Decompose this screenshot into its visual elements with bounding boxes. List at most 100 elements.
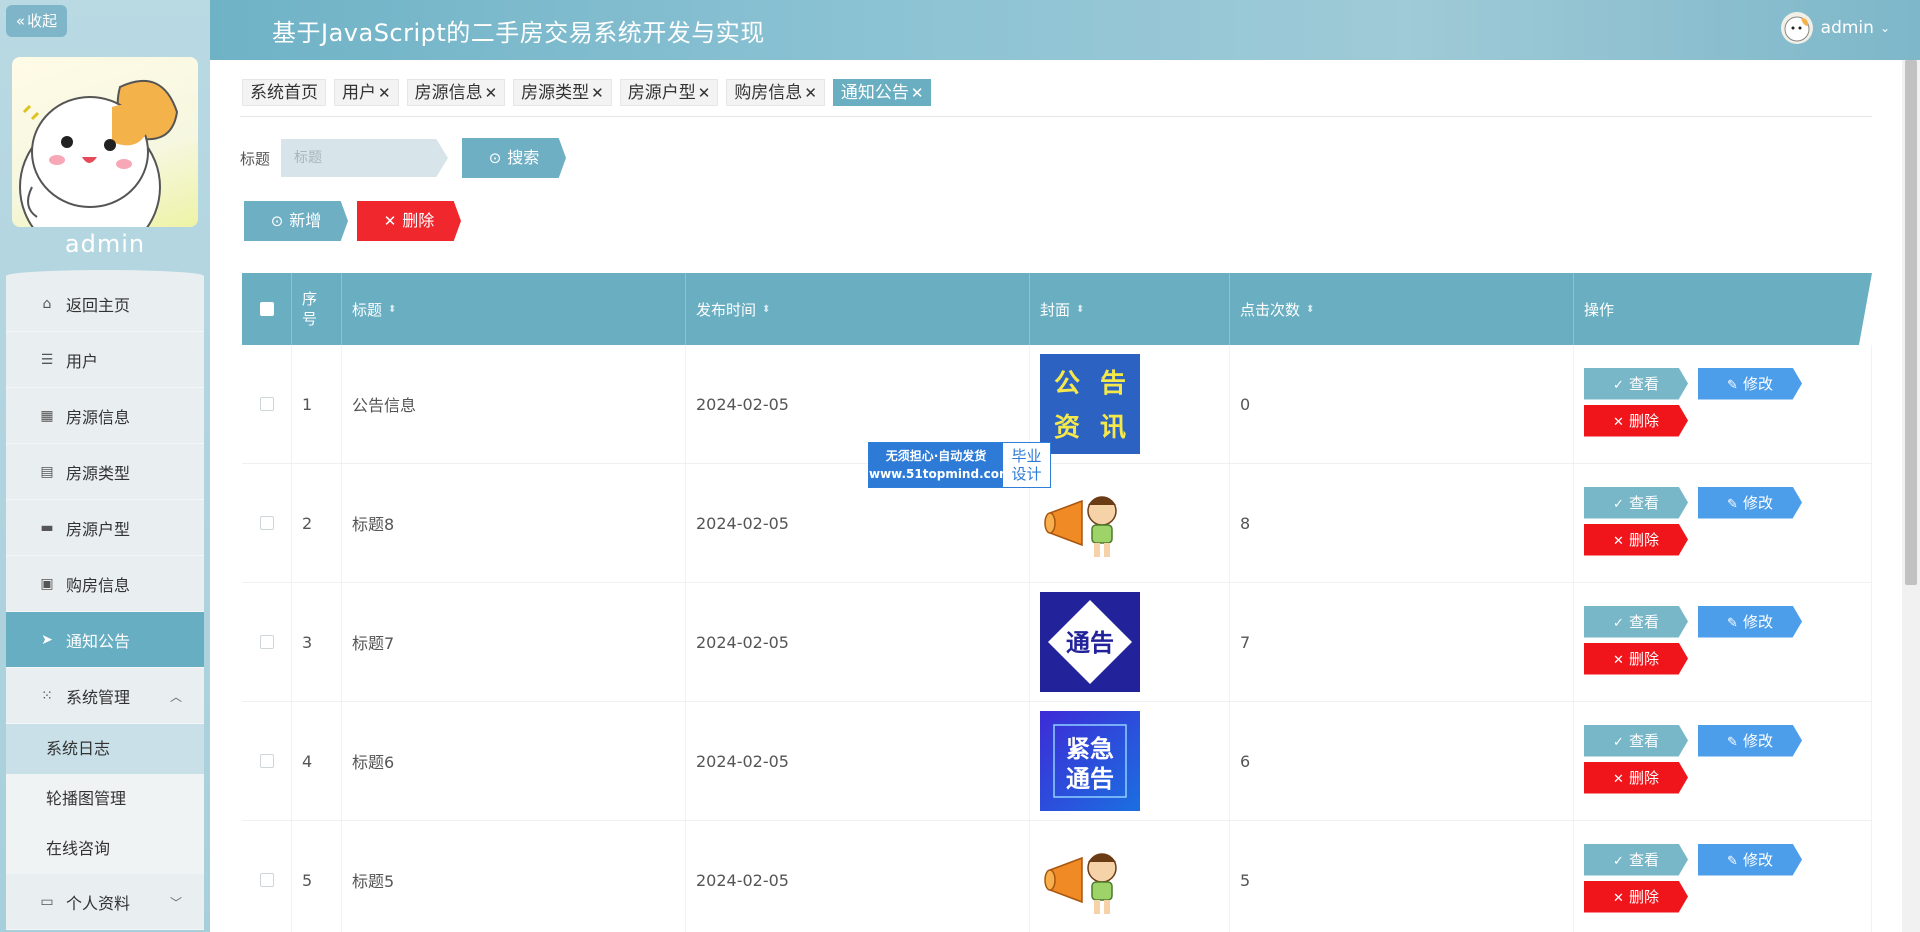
sidebar-item-purchase-info[interactable]: ▣ 购房信息 <box>6 556 204 612</box>
tab-label: 购房信息 <box>734 83 803 103</box>
sidebar-item-notices[interactable]: ➤ 通知公告 <box>6 612 204 668</box>
sort-icon[interactable]: ⬍ <box>388 304 396 315</box>
check-circle-icon: ⊙ <box>270 212 284 230</box>
search-button[interactable]: ⊙ 搜索 <box>462 138 566 178</box>
view-button[interactable]: ✓ 查看 <box>1584 605 1688 638</box>
tab-house-layout[interactable]: 房源户型 ✕ <box>619 79 719 106</box>
cell-date: 2024-02-05 <box>686 702 1030 820</box>
edit-button[interactable]: ✎ 修改 <box>1698 724 1802 757</box>
row-actions: ✓ 查看 ✎ 修改 ✕ 删除 <box>1574 821 1871 932</box>
row-select <box>242 345 292 463</box>
header-label: 操作 <box>1584 300 1615 319</box>
sidebar-item-label: 系统管理 <box>66 687 131 707</box>
header-cover[interactable]: 封面 ⬍ <box>1030 273 1230 345</box>
tab-house-type[interactable]: 房源类型 ✕ <box>513 79 612 106</box>
sort-icon[interactable]: ⬍ <box>1306 304 1314 315</box>
sidebar-item-label: 通知公告 <box>66 631 131 651</box>
row-checkbox[interactable] <box>259 516 274 530</box>
watermark-line2: www.51topmind.com <box>869 467 1012 481</box>
delete-button[interactable]: ✕ 删除 <box>1584 404 1688 437</box>
close-icon[interactable]: ✕ <box>698 84 711 102</box>
close-icon[interactable]: ✕ <box>485 84 498 102</box>
tab-purchase-info[interactable]: 购房信息 ✕ <box>726 79 825 106</box>
sidebar-item-home[interactable]: ⌂ 返回主页 <box>6 276 204 332</box>
watermark-right1: 毕业 <box>1011 447 1042 465</box>
row-checkbox[interactable] <box>259 635 274 649</box>
sidebar-item-house-type[interactable]: ▤ 房源类型 <box>6 444 204 500</box>
view-label: 查看 <box>1628 731 1659 750</box>
tab-home[interactable]: 系统首页 <box>242 79 326 106</box>
delete-button[interactable]: ✕ 删除 <box>1584 523 1688 556</box>
sidebar-item-users[interactable]: ☰ 用户 <box>6 332 204 388</box>
view-button[interactable]: ✓ 查看 <box>1584 486 1688 519</box>
edit-button[interactable]: ✎ 修改 <box>1698 605 1802 638</box>
header-title[interactable]: 标题 ⬍ <box>342 273 686 345</box>
row-checkbox[interactable] <box>259 397 274 411</box>
sort-icon[interactable]: ⬍ <box>762 304 770 315</box>
edit-button[interactable]: ✎ 修改 <box>1698 367 1802 400</box>
header-label: 标题 <box>352 300 383 319</box>
cell-title: 标题8 <box>342 464 686 582</box>
sidebar-subitem-system-log[interactable]: 系统日志 <box>6 724 204 774</box>
view-button[interactable]: ✓ 查看 <box>1584 367 1688 400</box>
sidebar-item-label: 房源信息 <box>66 407 131 427</box>
cell-cover <box>1030 821 1230 932</box>
close-icon[interactable]: ✕ <box>911 84 924 102</box>
row-checkbox[interactable] <box>259 754 274 768</box>
tab-notices[interactable]: 通知公告 ✕ <box>832 79 932 106</box>
page-scrollbar-thumb[interactable] <box>1905 60 1917 585</box>
edit-button[interactable]: ✎ 修改 <box>1698 486 1802 519</box>
sidebar-item-label: 用户 <box>66 351 99 371</box>
close-icon[interactable]: ✕ <box>804 84 817 102</box>
delete-label: 删除 <box>1628 887 1659 906</box>
add-button-label: 新增 <box>289 211 322 230</box>
delete-button[interactable]: ✕ 删除 <box>1584 761 1688 794</box>
hamster-avatar-illustration <box>19 79 179 227</box>
sort-icon[interactable]: ⬍ <box>1076 304 1084 315</box>
cell-title: 标题6 <box>342 702 686 820</box>
svg-text:告: 告 <box>1100 369 1126 399</box>
select-all-checkbox[interactable] <box>259 302 274 316</box>
collapse-button[interactable]: «收起 <box>6 5 67 37</box>
header-index: 序号 <box>292 273 342 345</box>
header-clicks[interactable]: 点击次数 ⬍ <box>1230 273 1574 345</box>
clipboard-check-icon: ▣ <box>40 575 54 592</box>
batch-delete-button[interactable]: ✕ 删除 <box>357 201 461 241</box>
tab-users[interactable]: 用户 ✕ <box>334 79 399 106</box>
header-select-all <box>242 273 292 345</box>
top-header: 基于JavaScript的二手房交易系统开发与实现 admin ⌄ <box>210 0 1920 60</box>
check-icon: ✓ <box>1613 853 1624 869</box>
delete-label: 删除 <box>1628 530 1659 549</box>
delete-button[interactable]: ✕ 删除 <box>1584 880 1688 913</box>
check-circle-icon: ⊙ <box>488 149 502 167</box>
view-button[interactable]: ✓ 查看 <box>1584 724 1688 757</box>
close-icon[interactable]: ✕ <box>591 84 604 102</box>
row-select <box>242 464 292 582</box>
add-button[interactable]: ⊙ 新增 <box>244 201 348 241</box>
sidebar-item-profile[interactable]: ▭ 个人资料 ﹀ <box>6 874 204 930</box>
search-input[interactable] <box>281 139 448 177</box>
double-chevron-left-icon: « <box>15 12 26 30</box>
watermark-left: 无须担心·自动发货 www.51topmind.com <box>869 443 1012 487</box>
app-root: «收起 admin ⌂ 返回主页 ☰ 用户 ▦ 房源信息 ▤ 房源类型 ▬ 房源… <box>0 0 1920 932</box>
header-date[interactable]: 发布时间 ⬍ <box>686 273 1030 345</box>
sidebar-subitem-online-consult[interactable]: 在线咨询 <box>6 824 204 874</box>
view-label: 查看 <box>1628 612 1659 631</box>
sidebar-item-system-management[interactable]: ⁙ 系统管理 ︿ <box>6 668 204 724</box>
watermark-right2: 设计 <box>1011 465 1042 483</box>
list-icon: ☰ <box>40 351 54 368</box>
cell-title: 标题5 <box>342 821 686 932</box>
view-button[interactable]: ✓ 查看 <box>1584 843 1688 876</box>
tab-house-info[interactable]: 房源信息 ✕ <box>406 79 506 106</box>
edit-label: 修改 <box>1742 493 1773 512</box>
megaphone-boy-graphic <box>1044 496 1117 557</box>
sidebar-item-house-info[interactable]: ▦ 房源信息 <box>6 388 204 444</box>
close-icon[interactable]: ✕ <box>378 84 391 102</box>
sidebar-item-house-layout[interactable]: ▬ 房源户型 <box>6 500 204 556</box>
row-checkbox[interactable] <box>259 873 274 887</box>
sidebar-subitem-carousel[interactable]: 轮播图管理 <box>6 774 204 824</box>
user-menu[interactable]: admin ⌄ <box>1780 12 1890 44</box>
delete-button[interactable]: ✕ 删除 <box>1584 642 1688 675</box>
card-icon: ▭ <box>40 893 54 910</box>
edit-button[interactable]: ✎ 修改 <box>1698 843 1802 876</box>
